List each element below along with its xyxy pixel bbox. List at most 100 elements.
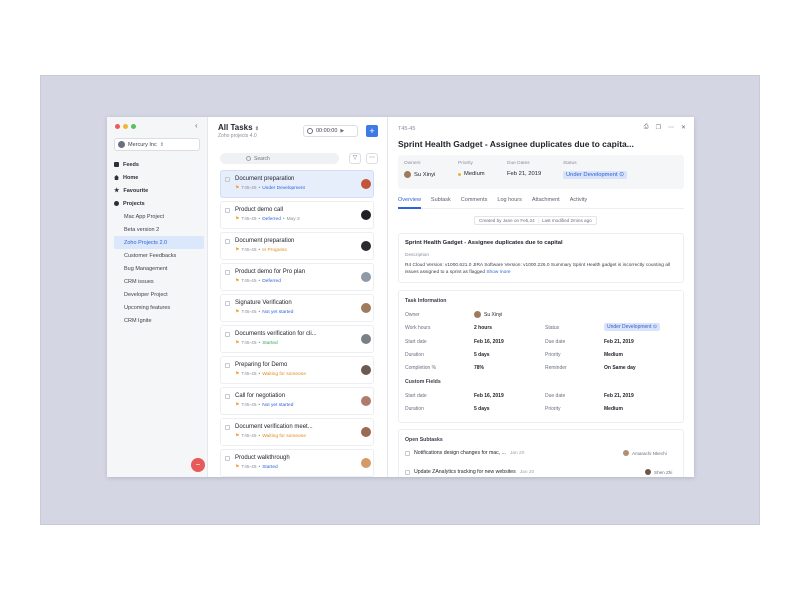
minimize-window-button[interactable]	[123, 124, 128, 129]
info-start-value[interactable]: Feb 16, 2019	[474, 339, 504, 345]
info-reminder-value[interactable]: On Same day	[604, 365, 636, 371]
task-item[interactable]: Documents verification for cli... ⚑ T45-45…	[220, 325, 374, 353]
sidebar-item-favourite[interactable]: ★ Favourite	[114, 184, 204, 197]
separator: •	[282, 217, 285, 222]
task-item[interactable]: Product walkthrough ⚑ T45-45 • Started	[220, 449, 374, 477]
task-checkbox[interactable]	[225, 301, 230, 306]
task-id: T45-45	[241, 310, 257, 315]
task-item[interactable]: Document verification meet... ⚑ T45-45 • Wai…	[220, 418, 374, 446]
project-crm-ignite[interactable]: CRM Ignite	[114, 314, 204, 327]
task-title[interactable]: Sprint Health Gadget - Assignee duplicat…	[398, 139, 634, 149]
search-input[interactable]	[254, 155, 334, 162]
task-checkbox[interactable]	[225, 425, 230, 430]
task-status: Waiting for someone	[262, 372, 307, 377]
prop-label: Status	[563, 161, 577, 166]
task-meta: ⚑ T45-45 • Started	[235, 465, 278, 470]
project-upcoming-features[interactable]: Upcoming features	[114, 301, 204, 314]
info-completion-label: Completion %	[405, 365, 437, 371]
task-checkbox[interactable]	[225, 363, 230, 368]
info-status-value[interactable]: Under Development ⊙	[604, 323, 661, 331]
project-crm-issues[interactable]: CRM issues	[114, 275, 204, 288]
task-checkbox[interactable]	[225, 270, 230, 275]
task-checkbox[interactable]	[225, 394, 230, 399]
close-window-button[interactable]	[115, 124, 120, 129]
custom-due-value[interactable]: Feb 21, 2019	[604, 393, 634, 399]
tab-overview[interactable]: Overview	[398, 197, 421, 209]
separator: •	[258, 186, 261, 191]
task-item[interactable]: Preparing for Demo ⚑ T45-45 • Waiting for so…	[220, 356, 374, 384]
tab-comments[interactable]: Comments	[461, 197, 488, 208]
task-checkbox[interactable]	[225, 177, 230, 182]
avatar	[361, 427, 371, 437]
subtask-date: Jan 20	[509, 450, 525, 456]
info-work-value[interactable]: 2 hours	[474, 325, 492, 331]
task-checkbox[interactable]	[225, 208, 230, 213]
project-zoho-projects-2[interactable]: Zoho Projects 2.0	[114, 236, 204, 249]
created-info: Created by Jane on Feb,24 | Last modifie…	[474, 216, 597, 225]
subtask-item[interactable]: Update ZAnalytics tracking for new websi…	[405, 469, 534, 475]
sidebar-item-home[interactable]: Home	[114, 171, 204, 184]
tab-log-hours[interactable]: Log hours	[497, 197, 521, 208]
task-checkbox[interactable]	[225, 332, 230, 337]
show-more-link[interactable]: Show more	[486, 270, 510, 275]
prop-owner[interactable]: Owners Su Xinyi	[404, 161, 435, 178]
open-subtasks-card: Open Subtasks Notifications design chang…	[398, 429, 684, 477]
more-options-button[interactable]: ⋯	[366, 153, 378, 164]
prop-priority[interactable]: Priority Medium	[458, 161, 485, 177]
timer[interactable]: 00:00:00 ▶	[303, 125, 358, 137]
star-icon: ★	[114, 188, 120, 194]
attachment-icon[interactable]: ⎙	[644, 124, 649, 131]
tab-activity[interactable]: Activity	[570, 197, 587, 208]
tab-subtask[interactable]: Subtask	[431, 197, 451, 208]
task-item[interactable]: Signature Verification ⚑ T45-45 • Not yet st…	[220, 294, 374, 322]
close-icon[interactable]: ✕	[681, 124, 686, 131]
tab-attachment[interactable]: Attachment	[532, 197, 560, 208]
custom-start-value[interactable]: Feb 16, 2019	[474, 393, 504, 399]
custom-duration-label: Duration	[405, 406, 424, 412]
separator: •	[258, 279, 261, 284]
subtask-item[interactable]: Notifications design changes for mac, ..…	[405, 450, 524, 456]
copy-icon[interactable]: ❐	[656, 124, 661, 131]
feeds-icon	[114, 162, 119, 167]
task-meta: ⚑ T45-45 • Deferred	[235, 279, 281, 284]
avatar	[404, 171, 411, 178]
sidebar-item-projects[interactable]: Projects	[114, 197, 204, 210]
org-switcher[interactable]: Mercury Inc ⇕	[114, 138, 200, 151]
info-due-value[interactable]: Feb 21, 2019	[604, 339, 634, 345]
task-list-title[interactable]: All Tasks ⇕	[218, 123, 259, 132]
info-priority-value[interactable]: Medium	[604, 352, 623, 358]
zoom-window-button[interactable]	[131, 124, 136, 129]
subtask-checkbox[interactable]	[405, 469, 410, 475]
project-customer-feedbacks[interactable]: Customer Feedbacks	[114, 249, 204, 262]
task-item[interactable]: Document preparation ⚑ T45-45 • Under Develo…	[220, 170, 374, 198]
info-completion-value[interactable]: 78%	[474, 365, 484, 371]
project-bug-management[interactable]: Bug Management	[114, 262, 204, 275]
task-checkbox[interactable]	[225, 456, 230, 461]
info-duration-value[interactable]: 5 days	[474, 352, 490, 358]
info-work-label: Work hours	[405, 325, 431, 331]
more-icon[interactable]: ⋯	[668, 124, 674, 131]
add-task-button[interactable]: +	[366, 125, 378, 137]
project-beta-v2[interactable]: Beta version 2	[114, 223, 204, 236]
project-mac-app[interactable]: Mac App Project	[114, 210, 204, 223]
filter-button[interactable]: ▽	[349, 153, 361, 164]
play-icon[interactable]: ▶	[340, 128, 344, 134]
sidebar-item-feeds[interactable]: Feeds	[114, 158, 204, 171]
subtask-checkbox[interactable]	[405, 450, 410, 456]
custom-priority-value[interactable]: Medium	[604, 406, 623, 412]
info-start-label: Start date	[405, 339, 427, 345]
project-developer[interactable]: Developer Project	[114, 288, 204, 301]
task-checkbox[interactable]	[225, 239, 230, 244]
task-name: Document preparation	[235, 238, 295, 244]
task-item[interactable]: Product demo call ⚑ T45-45 • Deferred • May 3	[220, 201, 374, 229]
custom-duration-value[interactable]: 5 days	[474, 406, 490, 412]
collapse-sidebar-icon[interactable]: ‹	[195, 121, 198, 130]
task-item[interactable]: Document preparation ⚑ T45-45 • In Progress	[220, 232, 374, 260]
quick-add-button[interactable]: −	[191, 458, 205, 472]
prop-due[interactable]: Due Dates Feb 21, 2019	[507, 161, 541, 177]
task-item[interactable]: Product demo for Pro plan ⚑ T45-45 • Deferre…	[220, 263, 374, 291]
task-item[interactable]: Call for negotiation ⚑ T45-45 • Not yet star…	[220, 387, 374, 415]
info-owner-value[interactable]: Su Xinyi	[474, 311, 502, 318]
prop-status[interactable]: Status Under Development ⊙	[563, 161, 628, 179]
task-status: Under Development	[262, 186, 305, 191]
